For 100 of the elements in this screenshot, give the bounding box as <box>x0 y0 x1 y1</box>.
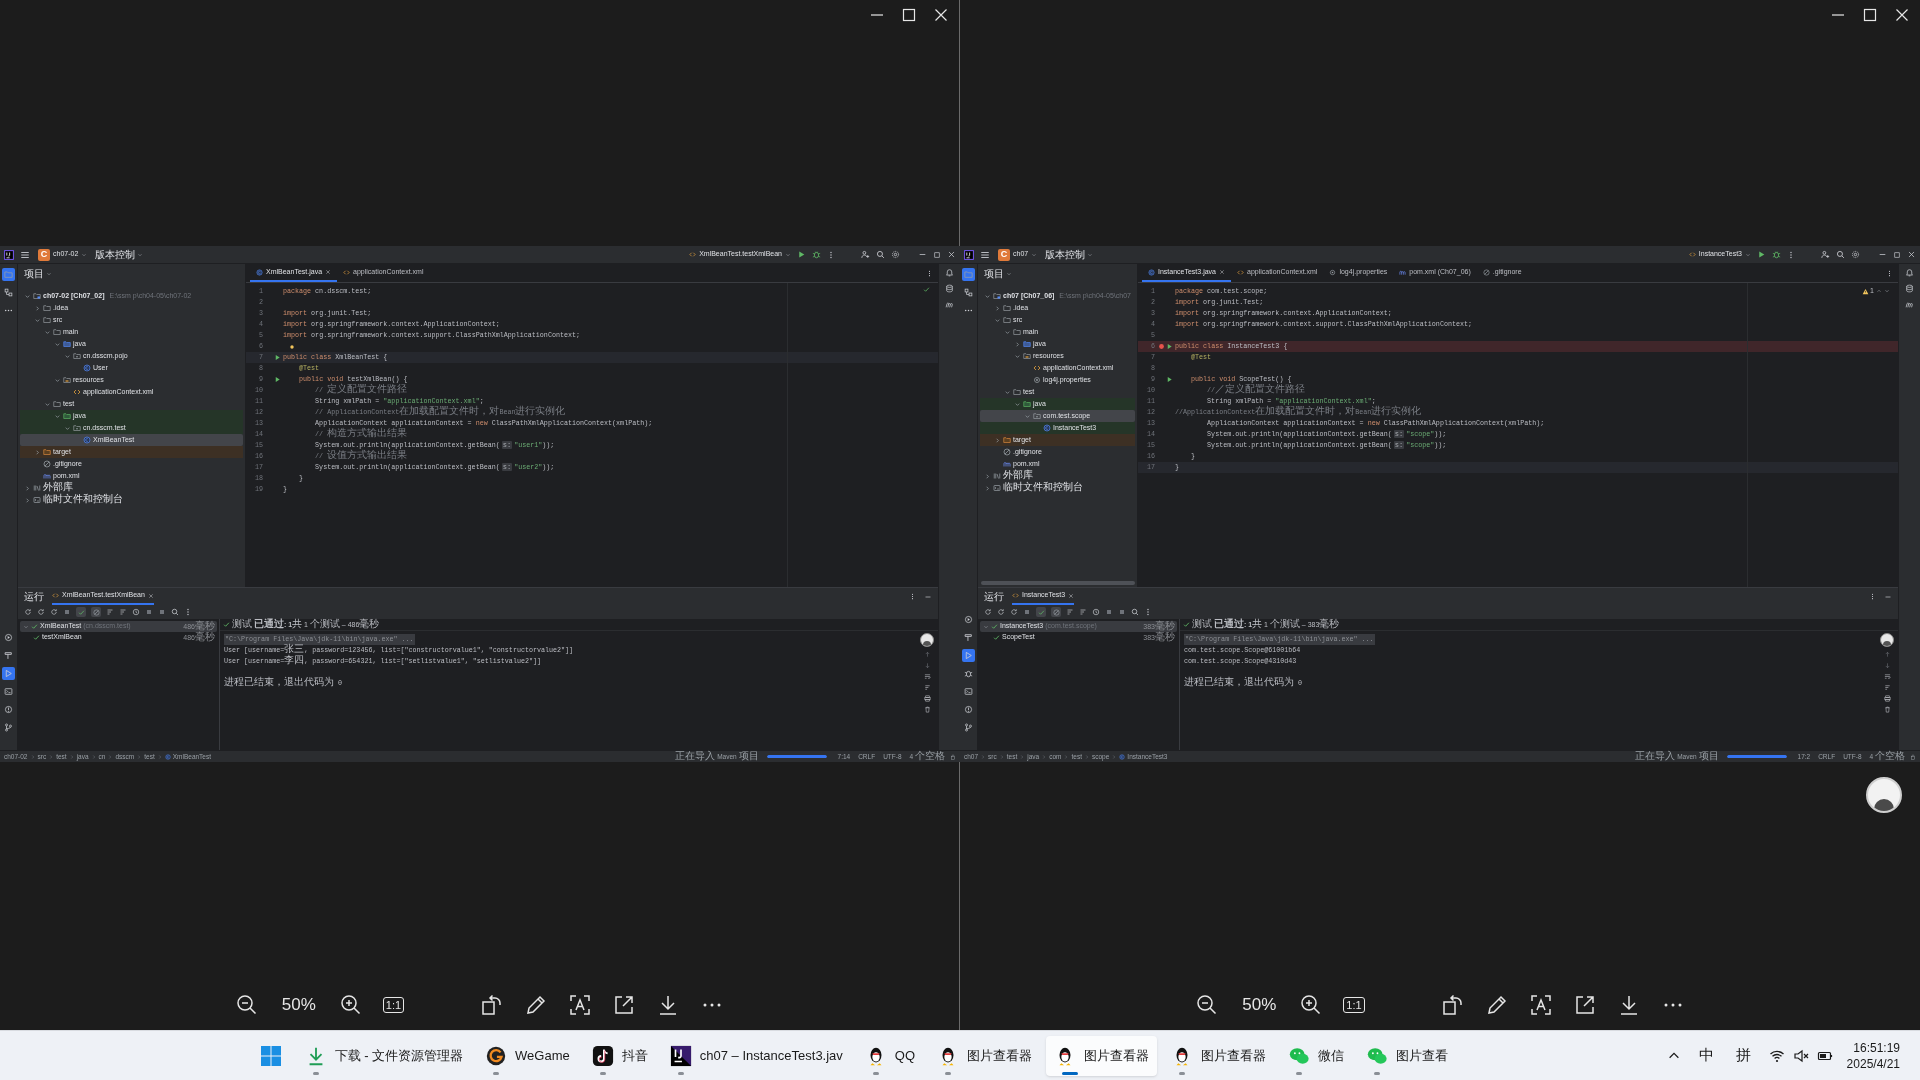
git-tool-button[interactable] <box>962 721 975 734</box>
run-icon[interactable] <box>1757 250 1766 259</box>
add-user-icon[interactable] <box>1821 250 1830 259</box>
close-icon[interactable] <box>947 250 956 259</box>
chevron-right-icon[interactable] <box>994 436 1001 444</box>
chevron-right-icon[interactable] <box>984 484 991 492</box>
chevron-down-icon[interactable] <box>1014 352 1021 360</box>
services-tool-button[interactable] <box>2 631 15 644</box>
soft-wrap-icon[interactable] <box>1883 673 1891 680</box>
print-icon[interactable] <box>923 695 931 702</box>
terminal-tool-button[interactable] <box>962 685 975 698</box>
chevron-right-icon[interactable] <box>984 472 991 480</box>
run-test-icon[interactable] <box>1166 343 1173 350</box>
more-icon[interactable] <box>827 250 835 259</box>
scrollbar[interactable] <box>981 581 1135 585</box>
lock-icon[interactable] <box>1910 753 1916 760</box>
ime-indicator[interactable]: 拼 <box>1731 1044 1755 1067</box>
more-icon[interactable] <box>1869 593 1876 600</box>
clock[interactable]: 16:51:19 2025/4/21 <box>1846 1039 1900 1072</box>
history-icon[interactable] <box>132 608 140 616</box>
chevron-right-icon[interactable] <box>24 496 31 504</box>
chevron-down-icon[interactable] <box>984 292 991 300</box>
check-icon[interactable] <box>923 286 930 293</box>
print-icon[interactable] <box>1883 695 1891 702</box>
more-icon[interactable] <box>926 269 933 277</box>
more-icon[interactable] <box>184 608 192 616</box>
chevron-down-icon[interactable] <box>1014 400 1021 408</box>
chevron-down-icon[interactable] <box>54 376 61 384</box>
chevron-right-icon[interactable] <box>1014 340 1021 348</box>
project-tool-button[interactable] <box>962 268 975 281</box>
speaker-muted-icon[interactable] <box>1792 1047 1809 1064</box>
actual-size-button[interactable]: 1:1 <box>382 997 405 1013</box>
rerun-failed-icon[interactable] <box>997 608 1005 616</box>
tree-item[interactable]: 外部库 <box>980 470 1135 482</box>
hammer-tool-button[interactable] <box>962 631 975 644</box>
taskbar-button[interactable]: 下载 - 文件资源管理器 <box>296 1035 472 1076</box>
chevron-down-icon[interactable] <box>1024 412 1031 420</box>
more-icon[interactable] <box>1144 608 1152 616</box>
toggle-auto-test-icon[interactable] <box>50 608 58 616</box>
run-tool-button[interactable] <box>2 667 15 680</box>
tree-item[interactable]: 临时文件和控制台 <box>980 482 1135 494</box>
chevron-down-icon[interactable] <box>1004 388 1011 396</box>
stop-icon[interactable] <box>1023 608 1031 616</box>
clear-icon[interactable] <box>1883 706 1891 713</box>
chevron-down-icon[interactable] <box>44 400 51 408</box>
rerun-icon[interactable] <box>24 608 32 616</box>
terminal-tool-button[interactable] <box>2 685 15 698</box>
next-icon[interactable] <box>1884 288 1890 295</box>
search-icon[interactable] <box>171 608 179 616</box>
problems-tool-button[interactable] <box>962 703 975 716</box>
show-passed-toggle[interactable] <box>76 607 86 617</box>
bulb-icon[interactable] <box>289 343 295 350</box>
actual-size-button[interactable]: 1:1 <box>1343 997 1365 1013</box>
input-mode-indicator[interactable]: 中 <box>1694 1044 1718 1067</box>
vcs-button[interactable]: 版本控制 <box>1045 249 1094 260</box>
caret-icon[interactable] <box>46 270 52 277</box>
search-icon[interactable] <box>1836 250 1845 259</box>
database-icon[interactable] <box>1905 284 1914 293</box>
close-icon[interactable] <box>1907 250 1916 259</box>
tree-item[interactable]: 外部库 <box>20 482 243 494</box>
search-icon[interactable] <box>876 250 885 259</box>
chevron-right-icon[interactable] <box>34 304 41 312</box>
chevron-right-icon[interactable] <box>24 484 31 492</box>
chevron-down-icon[interactable] <box>994 316 1001 324</box>
settings-icon[interactable] <box>891 250 900 259</box>
chevron-right-icon[interactable] <box>34 448 41 456</box>
taskbar-button[interactable]: 微信 <box>1280 1035 1353 1076</box>
text-recognition-icon[interactable] <box>568 993 593 1017</box>
rerun-failed-icon[interactable] <box>37 608 45 616</box>
caret-icon[interactable] <box>1006 270 1012 277</box>
taskbar-button[interactable]: 图片查看 <box>1358 1035 1457 1076</box>
menu-icon[interactable] <box>980 249 990 260</box>
toggle-auto-test-icon[interactable] <box>1010 608 1018 616</box>
problems-tool-button[interactable] <box>2 703 15 716</box>
sort-icon[interactable] <box>106 608 114 616</box>
project-tool-button[interactable] <box>2 268 15 281</box>
clear-icon[interactable] <box>923 706 931 713</box>
vcs-button[interactable]: 版本控制 <box>95 249 144 260</box>
chevron-down-icon[interactable] <box>54 340 61 348</box>
taskbar-button[interactable]: 图片查看器 <box>1046 1035 1158 1076</box>
show-ignored-toggle[interactable] <box>91 607 101 617</box>
hammer-tool-button[interactable] <box>2 649 15 662</box>
debug-icon[interactable] <box>812 250 821 259</box>
rotate-icon[interactable] <box>1440 993 1465 1017</box>
taskbar-button[interactable]: ch07 – InstanceTest3.jav <box>661 1035 851 1076</box>
more-icon[interactable] <box>1886 269 1893 277</box>
taskbar-button[interactable]: 图片查看器 <box>929 1035 1041 1076</box>
chevron-down-icon[interactable] <box>64 424 71 432</box>
chevron-down-icon[interactable] <box>34 316 41 324</box>
tree-item[interactable]: 临时文件和控制台 <box>20 494 243 506</box>
debug-icon[interactable] <box>1772 250 1781 259</box>
sort-icon[interactable] <box>1066 608 1074 616</box>
show-ignored-toggle[interactable] <box>1051 607 1061 617</box>
chevron-down-icon[interactable] <box>54 412 61 420</box>
rerun-icon[interactable] <box>984 608 992 616</box>
git-tool-button[interactable] <box>2 721 15 734</box>
search-icon[interactable] <box>1131 608 1139 616</box>
avatar[interactable] <box>1880 633 1894 647</box>
chevron-down-icon[interactable] <box>44 328 51 336</box>
notifications-icon[interactable] <box>945 268 954 277</box>
